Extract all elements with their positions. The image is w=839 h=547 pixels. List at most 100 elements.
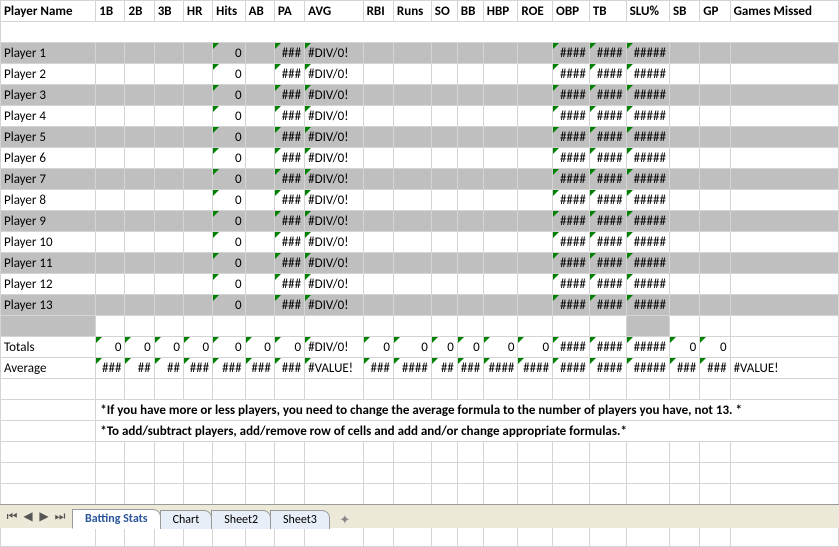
cell[interactable] — [363, 85, 393, 106]
cell[interactable] — [245, 253, 274, 274]
cell[interactable] — [363, 316, 393, 337]
cell[interactable] — [457, 148, 483, 169]
column-header[interactable]: PA — [274, 1, 304, 22]
cell[interactable] — [125, 253, 154, 274]
cell[interactable] — [183, 484, 212, 505]
cell[interactable] — [96, 190, 125, 211]
cell[interactable] — [483, 463, 518, 484]
cell[interactable]: #### — [553, 127, 590, 148]
cell[interactable] — [457, 526, 483, 547]
cell[interactable] — [393, 442, 431, 463]
cell[interactable]: ### — [274, 64, 304, 85]
cell[interactable] — [245, 106, 274, 127]
cell[interactable] — [154, 64, 183, 85]
cell[interactable] — [483, 295, 518, 316]
cell[interactable] — [457, 64, 483, 85]
cell[interactable] — [589, 463, 626, 484]
cell[interactable] — [154, 379, 183, 400]
cell[interactable]: ##### — [626, 337, 669, 358]
cell[interactable] — [154, 211, 183, 232]
cell[interactable] — [669, 106, 699, 127]
cell[interactable]: #VALUE! — [305, 358, 363, 379]
tab-chart[interactable]: Chart — [160, 510, 213, 529]
cell[interactable] — [96, 274, 125, 295]
cell[interactable] — [518, 379, 553, 400]
cell[interactable] — [393, 127, 431, 148]
cell[interactable]: #VALUE! — [730, 358, 838, 379]
cell[interactable] — [154, 442, 183, 463]
cell[interactable]: #DIV/0! — [305, 274, 363, 295]
cell[interactable]: #### — [393, 358, 431, 379]
cell[interactable]: #### — [589, 253, 626, 274]
cell[interactable] — [96, 232, 125, 253]
cell[interactable] — [431, 148, 457, 169]
column-header[interactable]: AB — [245, 1, 274, 22]
cell[interactable]: #### — [553, 337, 590, 358]
cell[interactable] — [393, 43, 431, 64]
cell[interactable]: ##### — [626, 85, 669, 106]
cell[interactable] — [589, 484, 626, 505]
cell[interactable] — [518, 190, 553, 211]
cell[interactable]: #### — [589, 295, 626, 316]
cell[interactable]: 0 — [213, 85, 245, 106]
cell[interactable] — [183, 442, 212, 463]
cell[interactable] — [183, 316, 212, 337]
cell[interactable] — [700, 253, 730, 274]
cell[interactable] — [96, 64, 125, 85]
cell[interactable] — [213, 442, 245, 463]
cell[interactable] — [1, 316, 96, 337]
cell[interactable] — [431, 484, 457, 505]
cell[interactable]: Player 2 — [1, 64, 96, 85]
cell[interactable] — [669, 526, 699, 547]
cell[interactable] — [274, 484, 304, 505]
cell[interactable]: ##### — [626, 274, 669, 295]
cell[interactable] — [393, 253, 431, 274]
cell[interactable] — [730, 316, 838, 337]
cell[interactable] — [457, 274, 483, 295]
cell[interactable]: ### — [274, 127, 304, 148]
cell[interactable]: ### — [274, 106, 304, 127]
cell[interactable] — [700, 526, 730, 547]
cell[interactable] — [518, 127, 553, 148]
cell[interactable] — [431, 442, 457, 463]
cell[interactable] — [457, 43, 483, 64]
cell[interactable] — [393, 379, 431, 400]
cell[interactable] — [669, 379, 699, 400]
tab-nav-next-icon[interactable]: ▶ — [36, 509, 52, 525]
cell[interactable] — [125, 64, 154, 85]
cell[interactable] — [730, 211, 838, 232]
cell[interactable]: ##### — [626, 64, 669, 85]
cell[interactable] — [553, 463, 590, 484]
cell[interactable] — [431, 169, 457, 190]
cell[interactable] — [213, 316, 245, 337]
cell[interactable] — [183, 295, 212, 316]
cell[interactable] — [393, 526, 431, 547]
cell[interactable] — [125, 85, 154, 106]
cell[interactable] — [154, 190, 183, 211]
cell[interactable] — [700, 379, 730, 400]
cell[interactable]: #### — [553, 85, 590, 106]
cell[interactable] — [96, 295, 125, 316]
cell[interactable] — [518, 85, 553, 106]
cell[interactable]: ### — [274, 358, 304, 379]
cell[interactable]: Player 11 — [1, 253, 96, 274]
cell[interactable]: #### — [553, 43, 590, 64]
cell[interactable] — [125, 274, 154, 295]
cell[interactable]: ##### — [626, 190, 669, 211]
column-header[interactable]: AVG — [305, 1, 363, 22]
cell[interactable] — [183, 232, 212, 253]
cell[interactable]: 0 — [213, 211, 245, 232]
cell[interactable] — [431, 106, 457, 127]
cell[interactable]: 0 — [363, 337, 393, 358]
cell[interactable]: ##### — [626, 148, 669, 169]
cell[interactable]: ### — [457, 358, 483, 379]
cell[interactable] — [363, 211, 393, 232]
column-header[interactable]: 1B — [96, 1, 125, 22]
cell[interactable] — [183, 190, 212, 211]
cell[interactable]: ##### — [626, 253, 669, 274]
cell[interactable]: #### — [589, 274, 626, 295]
cell[interactable] — [96, 379, 125, 400]
cell[interactable] — [700, 106, 730, 127]
cell[interactable] — [125, 484, 154, 505]
cell[interactable] — [553, 379, 590, 400]
